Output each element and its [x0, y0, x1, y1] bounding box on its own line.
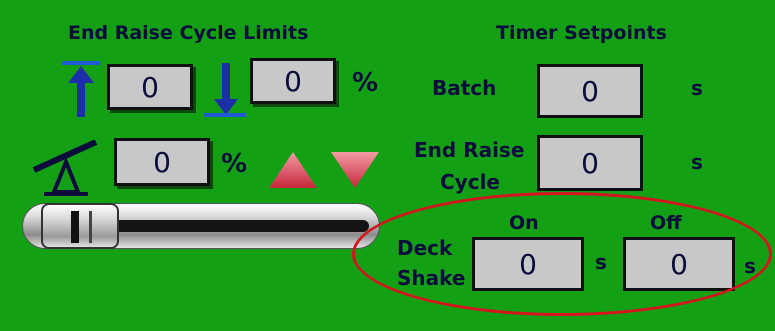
increase-button[interactable] — [265, 148, 321, 196]
slider-grip-line — [89, 211, 92, 243]
tilt-percent-unit: % — [221, 149, 248, 179]
slider-grip — [71, 211, 79, 243]
triangle-down-icon — [331, 152, 379, 188]
raise-limit-field[interactable]: 0 — [107, 64, 193, 110]
lower-arrow-icon — [202, 59, 248, 123]
timers-title: Timer Setpoints — [496, 22, 667, 44]
batch-label: Batch — [432, 76, 497, 100]
lower-limit-field[interactable]: 0 — [250, 58, 336, 104]
seesaw-tilt-icon — [30, 139, 102, 204]
tilt-slider[interactable] — [22, 203, 380, 249]
decrease-button[interactable] — [327, 148, 383, 196]
control-panel: End Raise Cycle Limits 0 0 % 0 % Timer S… — [0, 0, 775, 331]
end-raise-timer-field[interactable]: 0 — [537, 135, 643, 191]
batch-timer-field[interactable]: 0 — [537, 64, 643, 118]
batch-unit: s — [691, 76, 703, 100]
limits-title: End Raise Cycle Limits — [68, 22, 309, 44]
raise-arrow-icon — [60, 59, 102, 123]
limits-percent-unit: % — [352, 68, 379, 98]
end-raise-label-line2: Cycle — [440, 170, 500, 194]
deck-shake-highlight-ellipse — [352, 192, 772, 316]
triangle-up-icon — [269, 152, 317, 188]
tilt-value-field[interactable]: 0 — [114, 138, 210, 186]
end-raise-unit: s — [691, 150, 703, 174]
slider-thumb[interactable] — [41, 203, 119, 249]
end-raise-label-line1: End Raise — [414, 138, 525, 162]
